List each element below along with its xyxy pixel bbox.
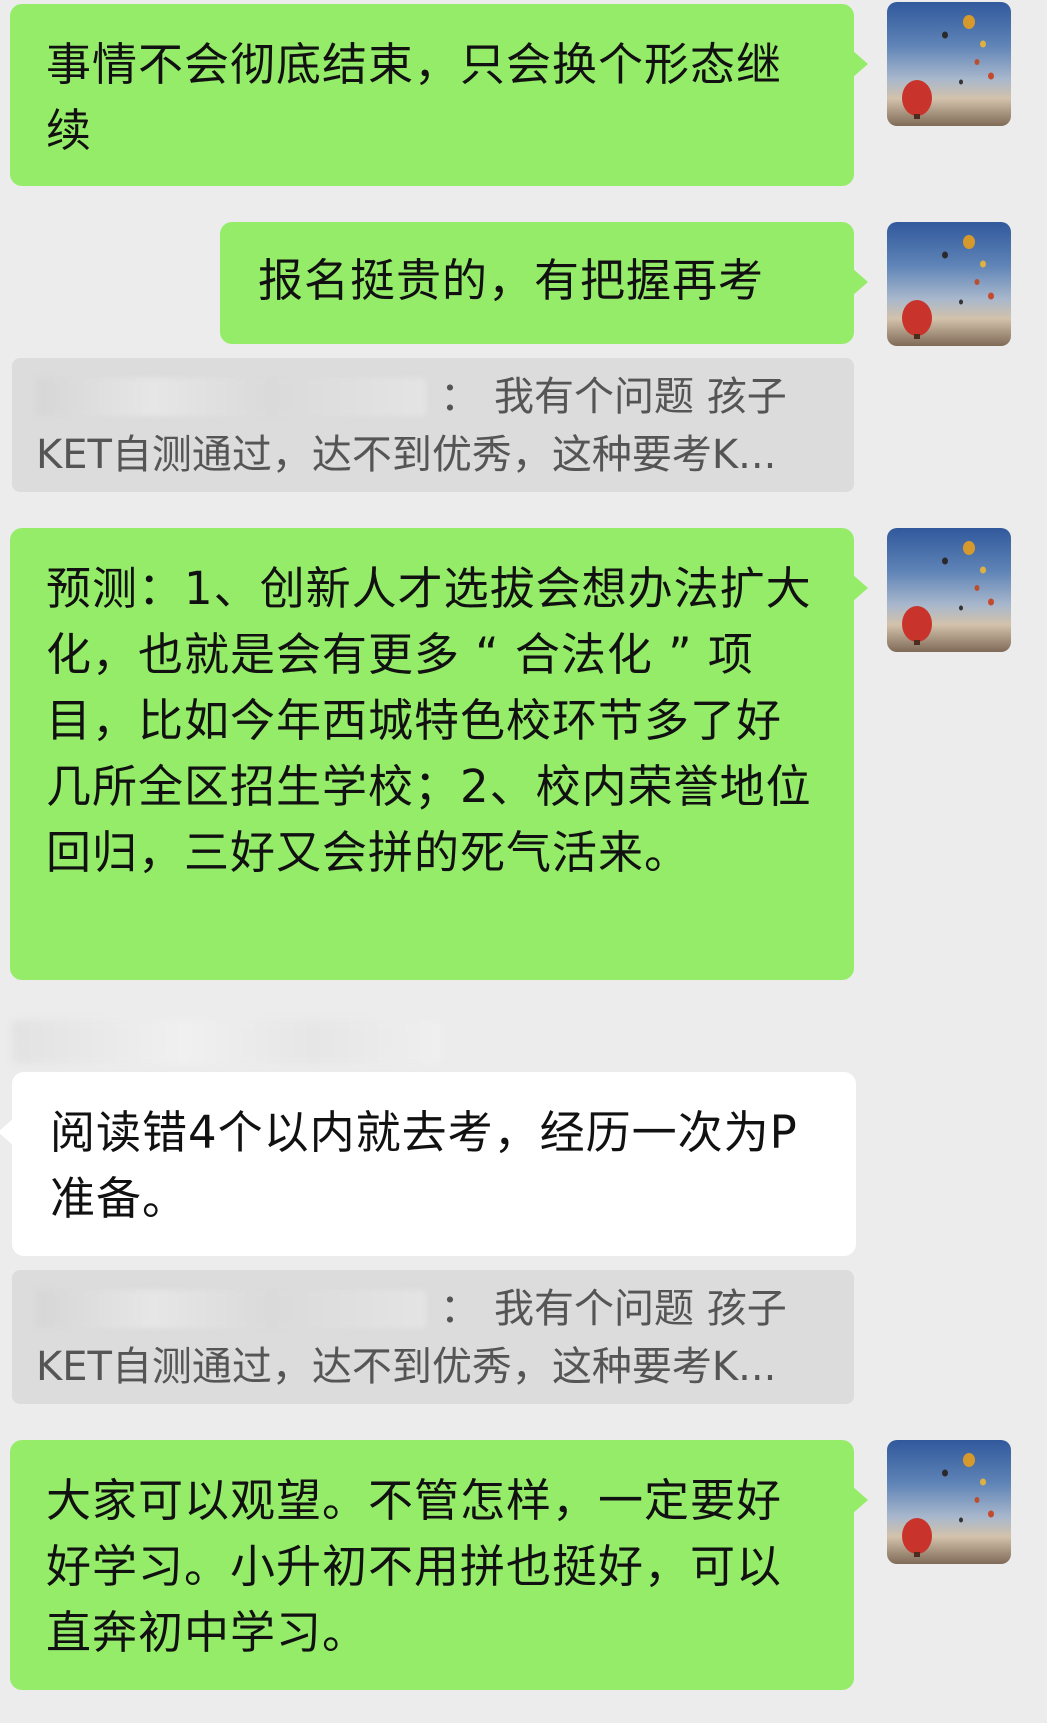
hot-air-balloon-icon <box>902 1453 994 1557</box>
message-bubble[interactable]: 报名挺贵的，有把握再考 <box>220 222 868 344</box>
quote-text-line1: 我有个问题 孩子 <box>494 1286 787 1332</box>
avatar[interactable] <box>887 222 1011 346</box>
chat-window: 事情不会彻底结束，只会换个形态继续 报名挺贵的，有把握再考 ： 我有个问题 孩子… <box>0 0 1047 1723</box>
message-text: 阅读错4个以内就去考，经历一次为P准备。 <box>50 1106 798 1225</box>
blurred-sender-name <box>36 378 426 416</box>
quote-text-line1: 我有个问题 孩子 <box>494 374 787 420</box>
quote-text-line2: KET自测通过，达不到优秀，这种要考K... <box>36 1344 777 1390</box>
hot-air-balloon-icon <box>902 235 994 339</box>
message-bubble[interactable]: 预测：1、创新人才选拔会想办法扩大化，也就是会有更多 “ 合法化 ” 项目，比如… <box>10 528 868 980</box>
message-bubble[interactable]: 阅读错4个以内就去考，经历一次为P准备。 <box>0 1072 856 1256</box>
blurred-sender-name <box>36 1290 426 1328</box>
quoted-message[interactable]: ： 我有个问题 孩子 KET自测通过，达不到优秀，这种要考K... <box>12 1270 854 1404</box>
avatar[interactable] <box>887 1440 1011 1564</box>
hot-air-balloon-icon <box>902 541 994 645</box>
avatar[interactable] <box>887 2 1011 126</box>
message-text: 报名挺贵的，有把握再考 <box>258 254 765 307</box>
quote-text-line2: KET自测通过，达不到优秀，这种要考K... <box>36 432 777 478</box>
quote-colon: ： <box>440 1286 480 1332</box>
quote-colon: ： <box>440 374 480 420</box>
avatar[interactable] <box>887 528 1011 652</box>
hot-air-balloon-icon <box>902 15 994 119</box>
message-text: 大家可以观望。不管怎样，一定要好好学习。小升初不用拼也挺好，可以直奔初中学习。 <box>46 1474 783 1659</box>
blurred-sender-name <box>12 1020 442 1064</box>
message-bubble[interactable]: 大家可以观望。不管怎样，一定要好好学习。小升初不用拼也挺好，可以直奔初中学习。 <box>10 1440 868 1690</box>
message-bubble[interactable]: 事情不会彻底结束，只会换个形态继续 <box>10 4 868 186</box>
quoted-message[interactable]: ： 我有个问题 孩子 KET自测通过，达不到优秀，这种要考K... <box>12 358 854 492</box>
message-text: 事情不会彻底结束，只会换个形态继续 <box>46 38 783 157</box>
message-text: 预测：1、创新人才选拔会想办法扩大化，也就是会有更多 “ 合法化 ” 项目，比如… <box>46 562 812 879</box>
